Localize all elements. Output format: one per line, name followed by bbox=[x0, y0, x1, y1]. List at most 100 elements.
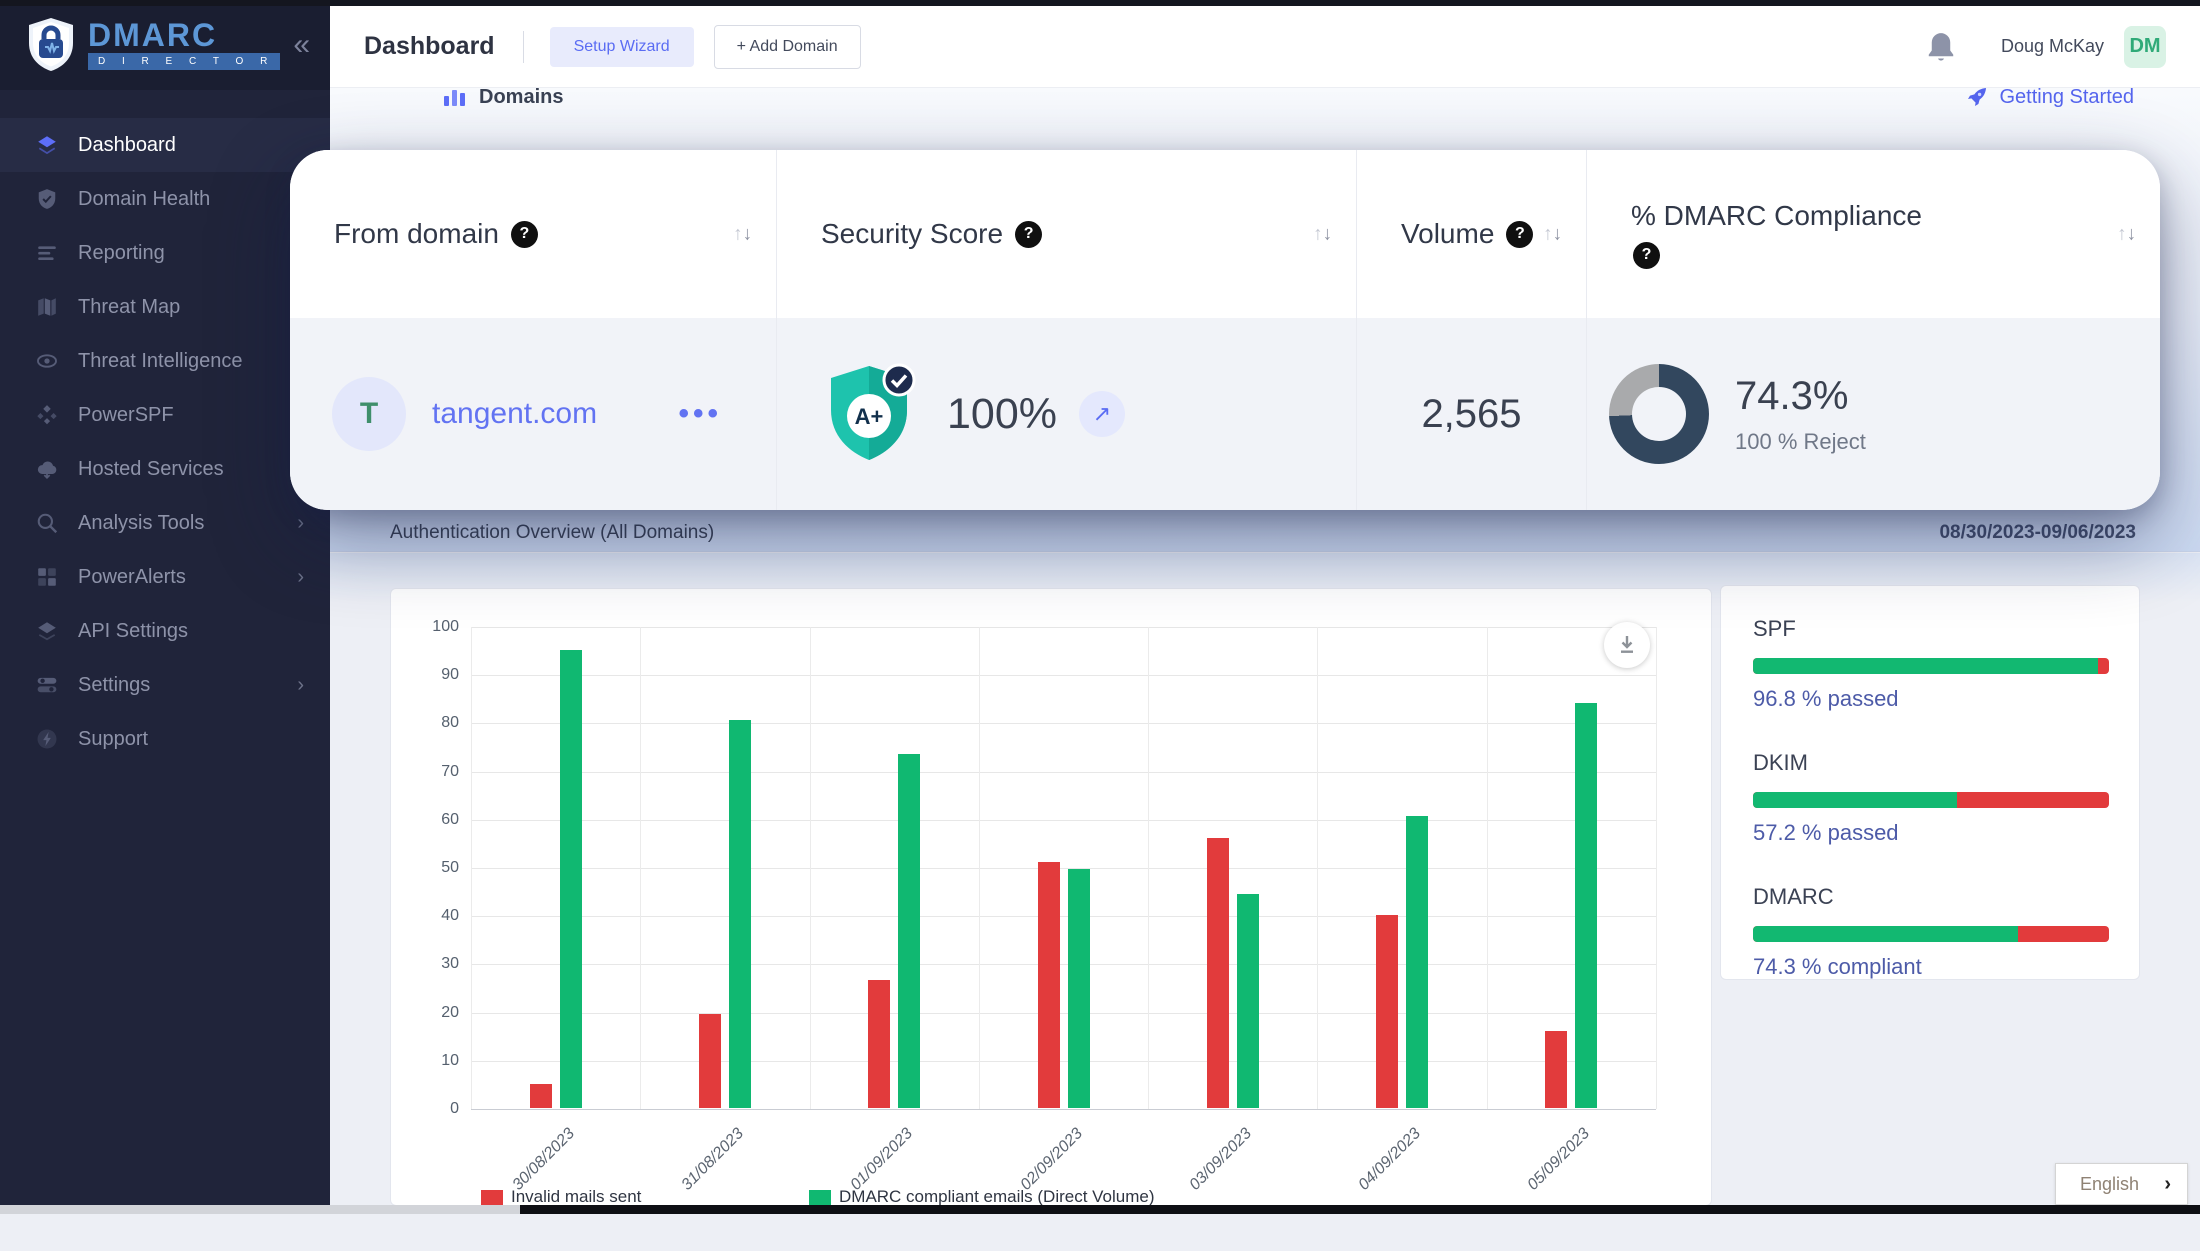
auth-summary-dmarc: DMARC 74.3 % compliant bbox=[1753, 884, 2107, 980]
sidebar-item-label: Domain Health bbox=[78, 188, 210, 211]
bar-invalid-05/09/2023[interactable] bbox=[1545, 1031, 1567, 1108]
domain-link[interactable]: tangent.com bbox=[432, 397, 597, 431]
sidebar-item-threat-map[interactable]: Threat Map bbox=[0, 280, 330, 334]
gridline bbox=[1148, 627, 1149, 1109]
sidebar-item-dashboard[interactable]: Dashboard bbox=[0, 118, 330, 172]
help-icon[interactable]: ? bbox=[1633, 242, 1660, 269]
sidebar-item-threat-intelligence[interactable]: Threat Intelligence bbox=[0, 334, 330, 388]
sort-icon[interactable]: ↑↓ bbox=[2117, 225, 2136, 244]
y-tick-label: 10 bbox=[425, 1052, 459, 1070]
page-title: Dashboard bbox=[364, 32, 495, 61]
volume-value: 2,565 bbox=[1421, 392, 1521, 437]
bar-compliant-31/08/2023[interactable] bbox=[729, 720, 751, 1108]
y-tick-label: 20 bbox=[425, 1004, 459, 1022]
support-icon bbox=[36, 728, 58, 750]
column-header-volume[interactable]: Volume ? ↑↓ bbox=[1357, 150, 1587, 318]
poweralerts-icon bbox=[36, 566, 58, 588]
column-header-dmarc-compliance[interactable]: % DMARC Compliance ? ↑↓ bbox=[1587, 150, 2160, 318]
bar-invalid-03/09/2023[interactable] bbox=[1207, 838, 1229, 1108]
auth-value-text: 57.2 % passed bbox=[1753, 820, 2107, 846]
sidebar-item-label: Threat Map bbox=[78, 296, 180, 319]
hosted-services-icon bbox=[36, 458, 58, 480]
logo-row: DMARC D I R E C T O R « bbox=[0, 0, 330, 90]
sidebar-item-label: Support bbox=[78, 728, 148, 751]
open-score-icon[interactable]: ↗ bbox=[1079, 391, 1125, 437]
getting-started-link[interactable]: Getting Started bbox=[1965, 85, 2134, 109]
sidebar-item-powerspf[interactable]: PowerSPF bbox=[0, 388, 330, 442]
column-header-from-domain[interactable]: From domain ? ↑↓ bbox=[290, 150, 777, 318]
sidebar-item-hosted-services[interactable]: Hosted Services bbox=[0, 442, 330, 496]
sidebar-item-analysis-tools[interactable]: Analysis Tools › bbox=[0, 496, 330, 550]
table-row-volume-cell: 2,565 bbox=[1357, 318, 1587, 510]
gridline bbox=[471, 1061, 1656, 1062]
add-domain-button[interactable]: + Add Domain bbox=[714, 25, 861, 69]
bar-invalid-31/08/2023[interactable] bbox=[699, 1014, 721, 1108]
auth-progress-bar bbox=[1753, 792, 2109, 808]
help-icon[interactable]: ? bbox=[511, 221, 538, 248]
bar-invalid-02/09/2023[interactable] bbox=[1038, 862, 1060, 1108]
notifications-bell-icon[interactable] bbox=[1927, 32, 1955, 62]
bar-compliant-30/08/2023[interactable] bbox=[560, 650, 582, 1108]
powerspf-icon bbox=[36, 404, 58, 426]
auth-progress-bar bbox=[1753, 926, 2109, 942]
bar-compliant-05/09/2023[interactable] bbox=[1575, 703, 1597, 1108]
bar-chart-plot-area bbox=[471, 627, 1656, 1109]
auth-summary-card: SPF96.8 % passedDKIM57.2 % passedDMARC74… bbox=[1720, 585, 2140, 980]
sidebar-item-reporting[interactable]: Reporting bbox=[0, 226, 330, 280]
sidebar-item-support[interactable]: Support bbox=[0, 712, 330, 766]
bar-compliant-01/09/2023[interactable] bbox=[898, 754, 920, 1108]
sidebar-item-domain-health[interactable]: Domain Health bbox=[0, 172, 330, 226]
chevron-right-icon: › bbox=[297, 512, 304, 535]
auth-label: SPF bbox=[1753, 616, 2107, 642]
sidebar-collapse-icon[interactable]: « bbox=[293, 30, 310, 60]
domain-table-card: From domain ? ↑↓ Security Score ? ↑↓ Vol… bbox=[290, 150, 2160, 510]
getting-started-label: Getting Started bbox=[1999, 86, 2134, 109]
bar-compliant-02/09/2023[interactable] bbox=[1068, 869, 1090, 1108]
gridline bbox=[979, 627, 980, 1109]
window-bottom-strip-black bbox=[520, 1205, 2200, 1214]
help-icon[interactable]: ? bbox=[1506, 221, 1533, 248]
sort-icon[interactable]: ↑↓ bbox=[733, 225, 752, 244]
sidebar-item-poweralerts[interactable]: PowerAlerts › bbox=[0, 550, 330, 604]
sidebar-item-label: Analysis Tools bbox=[78, 512, 204, 535]
reporting-icon bbox=[36, 242, 58, 264]
compliance-policy: 100 % Reject bbox=[1735, 429, 1866, 455]
bar-invalid-01/09/2023[interactable] bbox=[868, 980, 890, 1108]
bar-compliant-04/09/2023[interactable] bbox=[1406, 816, 1428, 1108]
setup-wizard-button[interactable]: Setup Wizard bbox=[550, 27, 694, 67]
chevron-right-icon: › bbox=[297, 566, 304, 589]
sort-icon[interactable]: ↑↓ bbox=[1543, 225, 1562, 244]
row-menu-icon[interactable]: ••• bbox=[678, 397, 722, 431]
gridline bbox=[471, 723, 1656, 724]
sidebar-item-api-settings[interactable]: API Settings bbox=[0, 604, 330, 658]
help-icon[interactable]: ? bbox=[1015, 221, 1042, 248]
user-name[interactable]: Doug McKay bbox=[2001, 36, 2104, 57]
sort-icon[interactable]: ↑↓ bbox=[1313, 225, 1332, 244]
language-selector[interactable]: English › bbox=[2055, 1163, 2188, 1205]
sidebar-item-settings[interactable]: Settings› bbox=[0, 658, 330, 712]
user-avatar[interactable]: DM bbox=[2124, 26, 2166, 68]
security-grade-shield-icon: A+ bbox=[823, 362, 919, 466]
y-tick-label: 30 bbox=[425, 955, 459, 973]
table-row-score-cell: A+ 100% ↗ bbox=[777, 318, 1357, 510]
auth-value-text: 74.3 % compliant bbox=[1753, 954, 2107, 980]
bar-compliant-03/09/2023[interactable] bbox=[1237, 894, 1259, 1108]
bar-invalid-04/09/2023[interactable] bbox=[1376, 915, 1398, 1108]
auth-label: DMARC bbox=[1753, 884, 2107, 910]
date-range[interactable]: 08/30/2023-09/06/2023 bbox=[1939, 522, 2136, 544]
auth-value-text: 96.8 % passed bbox=[1753, 686, 2107, 712]
column-header-security-score[interactable]: Security Score ? ↑↓ bbox=[777, 150, 1357, 318]
sidebar-item-label: Settings bbox=[78, 674, 150, 697]
bar-invalid-30/08/2023[interactable] bbox=[530, 1084, 552, 1108]
sidebar-item-label: PowerSPF bbox=[78, 404, 174, 427]
authentication-chart-card: Invalid mails sent DMARC compliant email… bbox=[390, 588, 1712, 1206]
y-tick-label: 60 bbox=[425, 811, 459, 829]
y-tick-label: 90 bbox=[425, 666, 459, 684]
chart-download-button[interactable] bbox=[1604, 622, 1650, 668]
y-tick-label: 80 bbox=[425, 714, 459, 732]
y-tick-label: 40 bbox=[425, 907, 459, 925]
sidebar-item-label: PowerAlerts bbox=[78, 566, 186, 589]
sidebar-item-label: Threat Intelligence bbox=[78, 350, 243, 373]
gridline bbox=[471, 1109, 1656, 1110]
settings-icon bbox=[36, 674, 58, 696]
